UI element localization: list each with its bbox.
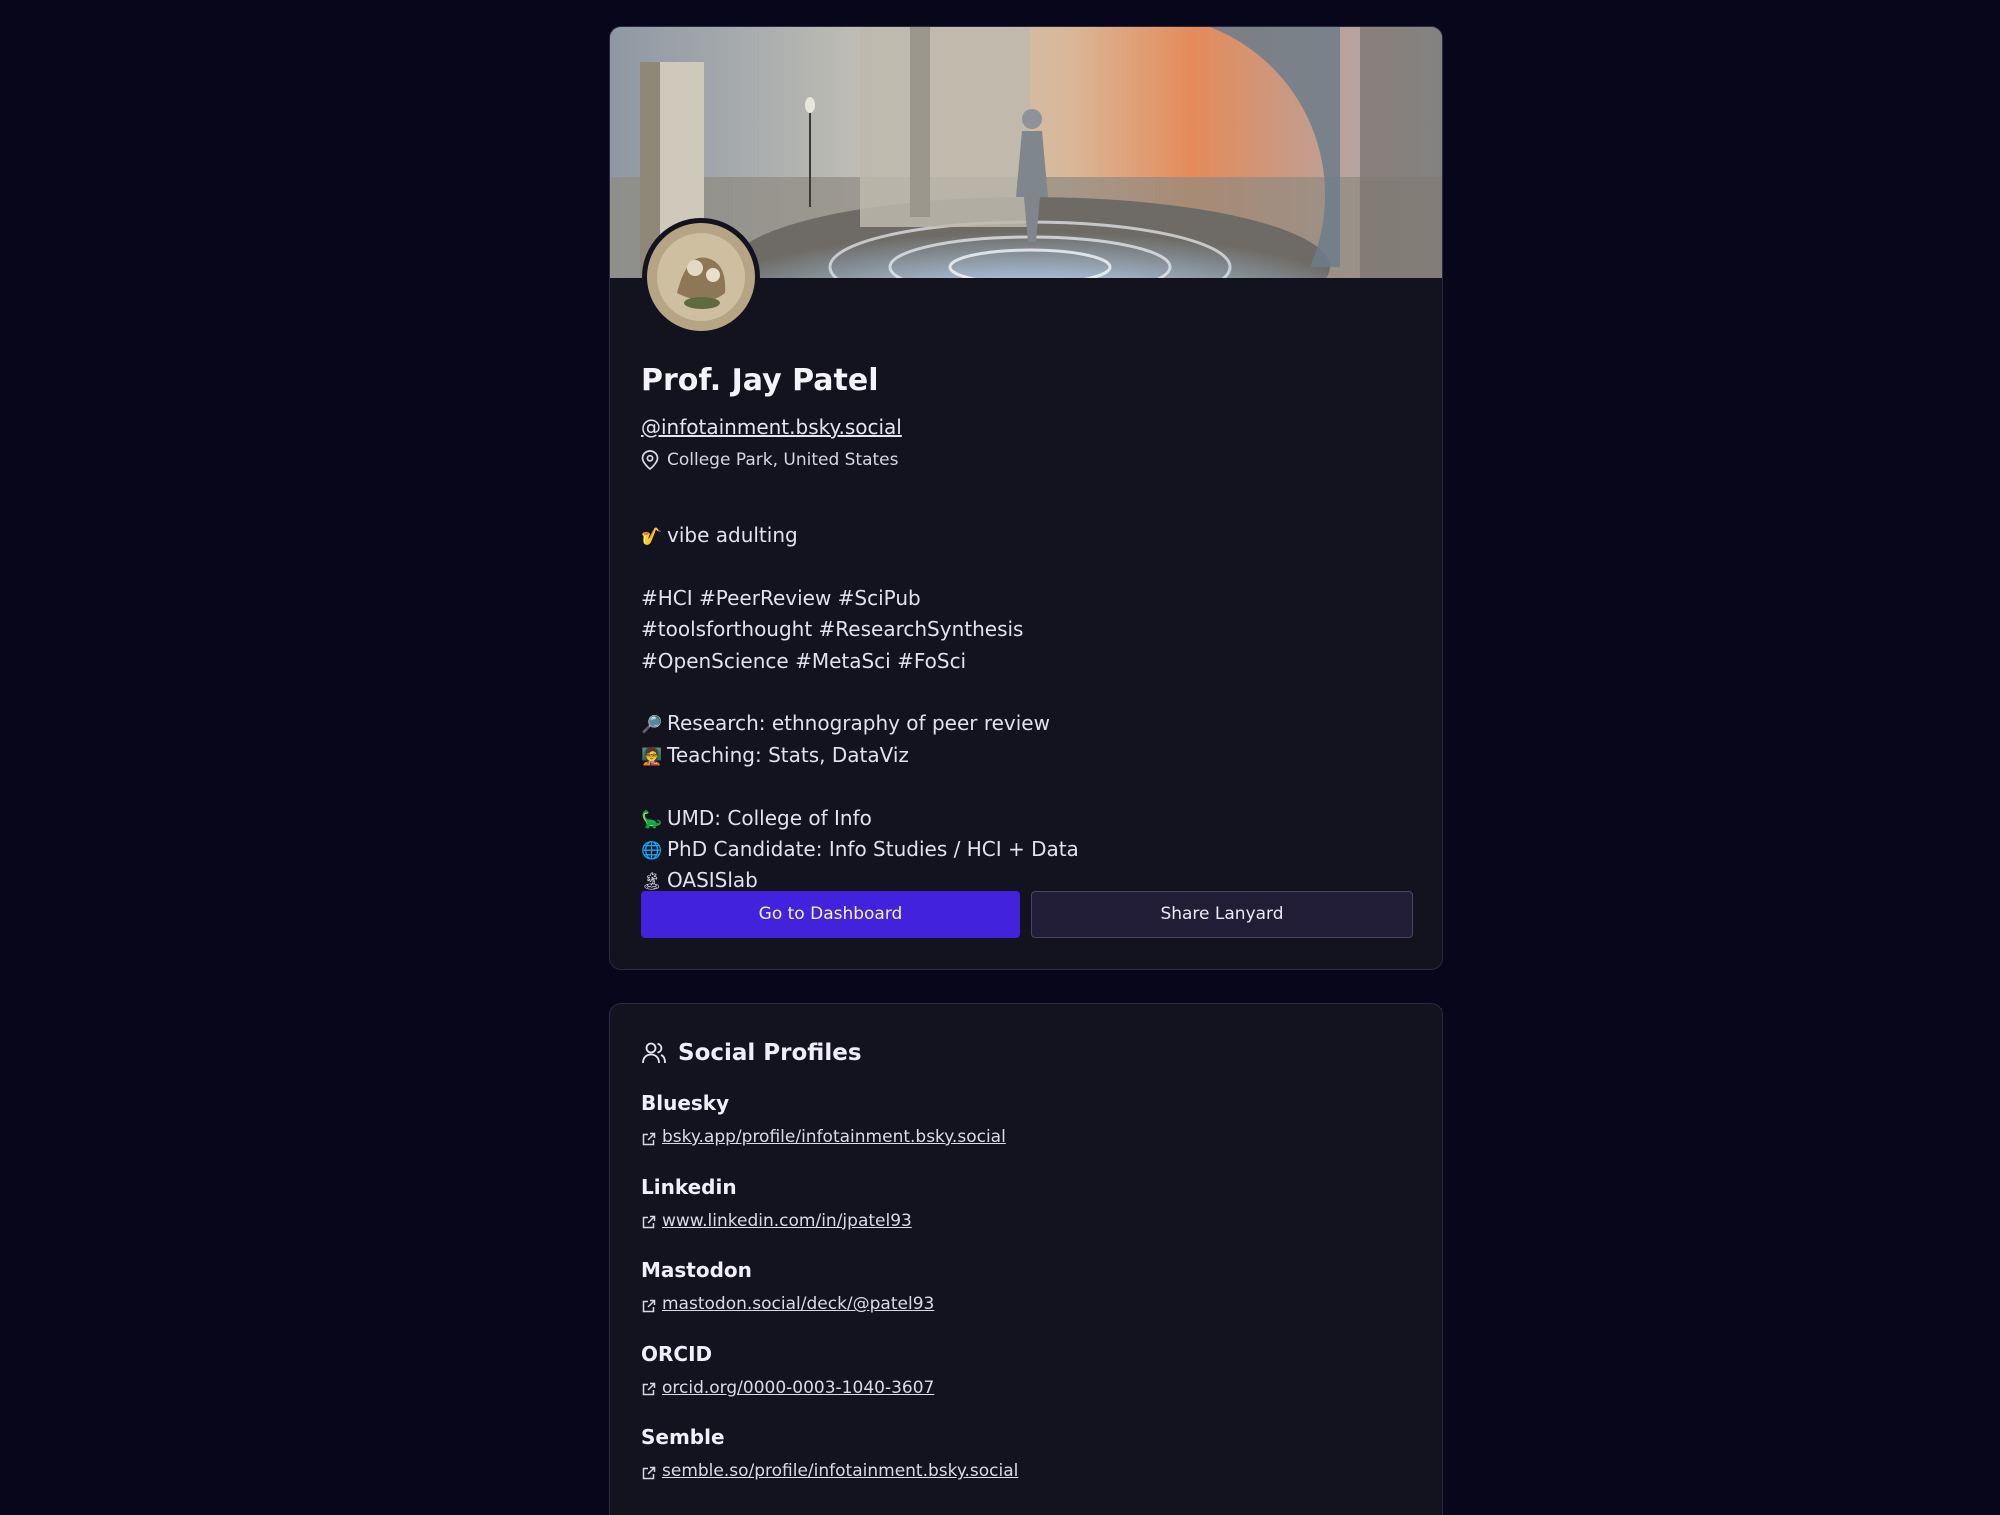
- social-item-link-row: semble.so/profile/infotainment.bsky.soci…: [641, 1459, 1018, 1483]
- avatar[interactable]: [642, 218, 760, 336]
- bio-line: 🦕 UMD: College of Info: [641, 803, 1401, 834]
- users-icon: [641, 1040, 667, 1066]
- bio-line-text: #HCI #PeerReview #SciPub: [641, 585, 921, 610]
- linkedin-profile-link[interactable]: www.linkedin.com/in/jpatel93: [662, 1209, 912, 1233]
- bio-line-text: vibe adulting: [667, 523, 798, 547]
- bio-spacer: [641, 677, 1401, 708]
- social-item-semble: Semble semble.so/profile/infotainment.bs…: [641, 1423, 1401, 1507]
- bio-line-text: #OpenScience #MetaSci #FoSci: [641, 648, 967, 673]
- social-profiles-list: Bluesky bsky.app/profile/infotainment.bs…: [641, 1089, 1401, 1507]
- bio-line: 🌐 PhD Candidate: Info Studies / HCI + Dat…: [641, 834, 1401, 865]
- bio-line: 🧑‍🏫 Teaching: Stats, DataViz: [641, 740, 1401, 771]
- bio-line-text: UMD: College of Info: [667, 805, 872, 830]
- social-item-link-row: bsky.app/profile/infotainment.bsky.socia…: [641, 1125, 1006, 1149]
- bio-line: 🎷 vibe adulting: [641, 520, 1401, 551]
- bio-line: #OpenScience #MetaSci #FoSci: [641, 646, 1401, 677]
- social-item-mastodon: Mastodon mastodon.social/deck/@patel93: [641, 1256, 1401, 1340]
- globe-emoji-icon: 🌐: [641, 840, 663, 861]
- external-link-icon: [641, 1380, 656, 1396]
- bio-line-text: PhD Candidate: Info Studies / HCI + Data: [667, 836, 1079, 861]
- orcid-profile-link[interactable]: orcid.org/0000-0003-1040-3607: [662, 1376, 934, 1400]
- external-link-icon: [641, 1130, 656, 1145]
- go-to-dashboard-button[interactable]: Go to Dashboard: [641, 891, 1020, 938]
- social-item-link-row: mastodon.social/deck/@patel93: [641, 1292, 934, 1316]
- bio-line-text: OASISlab: [667, 868, 758, 893]
- magnifying-glass-emoji-icon: 🔎: [641, 715, 663, 736]
- social-item-name: Bluesky: [641, 1091, 730, 1115]
- bio-spacer: [641, 551, 1401, 582]
- external-link-icon: [641, 1464, 656, 1480]
- bio-spacer: [641, 771, 1401, 802]
- bio-line-text: #toolsforthought #ResearchSynthesis: [641, 617, 1024, 642]
- saxophone-emoji-icon: 🎷: [641, 527, 663, 547]
- social-item-linkedin: Linkedin www.linkedin.com/in/jpatel93: [641, 1173, 1401, 1257]
- social-item-name: Semble: [641, 1425, 725, 1450]
- bio-line: #HCI #PeerReview #SciPub: [641, 583, 1401, 614]
- mastodon-profile-link[interactable]: mastodon.social/deck/@patel93: [662, 1292, 934, 1316]
- bio-line-text: Research: ethnography of peer review: [667, 711, 1050, 736]
- bio-line: 🔎 Research: ethnography of peer review: [641, 708, 1401, 739]
- external-link-icon: [641, 1297, 656, 1312]
- teacher-emoji-icon: 🧑‍🏫: [641, 746, 663, 767]
- bio-line-text: Teaching: Stats, DataViz: [667, 742, 909, 767]
- profile-location: College Park, United States: [641, 448, 899, 472]
- social-item-link-row: www.linkedin.com/in/jpatel93: [641, 1209, 912, 1233]
- profile-location-text: College Park, United States: [667, 450, 899, 470]
- bio-line: #toolsforthought #ResearchSynthesis: [641, 614, 1401, 645]
- profile-name: Prof. Jay Patel: [641, 363, 879, 398]
- social-item-name: Mastodon: [641, 1258, 752, 1283]
- social-item-name: Linkedin: [641, 1174, 737, 1199]
- semble-profile-link[interactable]: semble.so/profile/infotainment.bsky.soci…: [662, 1459, 1018, 1483]
- social-item-orcid: ORCID orcid.org/0000-0003-1040-3607: [641, 1340, 1401, 1424]
- external-link-icon: [641, 1213, 656, 1229]
- social-profiles-card: Social Profiles Bluesky bsky.app/profile…: [609, 1003, 1443, 1515]
- profile-card: Prof. Jay Patel @infotainment.bsky.socia…: [609, 26, 1443, 970]
- social-item-bluesky: Bluesky bsky.app/profile/infotainment.bs…: [641, 1089, 1401, 1173]
- social-item-name: ORCID: [641, 1341, 713, 1366]
- social-profiles-title: Social Profiles: [678, 1040, 862, 1066]
- share-lanyard-button[interactable]: Share Lanyard: [1031, 891, 1413, 938]
- profile-handle-link[interactable]: @infotainment.bsky.social: [641, 413, 902, 441]
- map-pin-icon: [641, 450, 659, 471]
- profile-bio: 🎷 vibe adulting #HCI #PeerReview #SciPub …: [641, 520, 1401, 897]
- dinosaur-emoji-icon: 🦕: [641, 809, 663, 830]
- social-item-link-row: orcid.org/0000-0003-1040-3607: [641, 1376, 934, 1400]
- bluesky-profile-link[interactable]: bsky.app/profile/infotainment.bsky.socia…: [662, 1125, 1006, 1149]
- page: Prof. Jay Patel @infotainment.bsky.socia…: [0, 0, 2000, 1515]
- social-profiles-heading: Social Profiles: [641, 1040, 862, 1066]
